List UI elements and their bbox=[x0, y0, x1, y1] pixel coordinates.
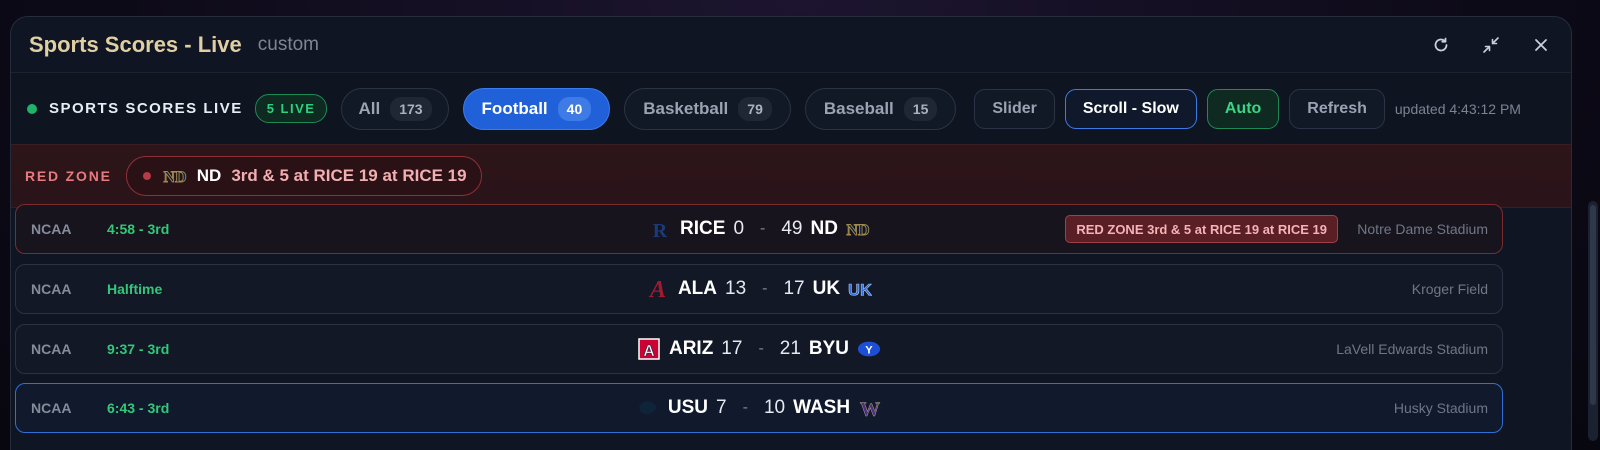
score-separator: - bbox=[762, 280, 768, 297]
svg-text:A: A bbox=[648, 277, 666, 302]
svg-text:Y: Y bbox=[865, 345, 873, 357]
svg-text:A: A bbox=[643, 343, 655, 360]
tab-count: 173 bbox=[390, 96, 432, 121]
tab-count: 15 bbox=[903, 96, 938, 121]
red-zone-label: RED ZONE bbox=[25, 168, 112, 184]
svg-text:ND: ND bbox=[163, 169, 186, 186]
tab-all[interactable]: All 173 bbox=[341, 87, 449, 130]
score-separator: - bbox=[758, 340, 764, 357]
game-row[interactable]: NCAA 6:43 - 3rd USU 7 - 10 WASH W Husky … bbox=[15, 383, 1503, 433]
title-bar: Sports Scores - Live custom bbox=[11, 17, 1571, 72]
red-zone-team: ND bbox=[196, 166, 222, 185]
game-row[interactable]: NCAA 9:37 - 3rd A ARIZ 17 - 21 BYU Y LaV… bbox=[15, 324, 1503, 374]
game-row[interactable]: NCAA 4:58 - 3rd R RICE 0 - 49 ND ND RED … bbox=[15, 204, 1503, 254]
away-team: USU bbox=[667, 397, 709, 418]
home-team: ND bbox=[810, 218, 838, 239]
tab-label: Football bbox=[481, 98, 548, 118]
home-score: 17 bbox=[783, 278, 805, 299]
scroll-speed-button[interactable]: Scroll - Slow bbox=[1064, 88, 1197, 129]
away-team: ARIZ bbox=[668, 338, 714, 359]
tab-basketball[interactable]: Basketball 79 bbox=[624, 87, 791, 130]
svg-text:R: R bbox=[653, 220, 668, 241]
updated-timestamp: updated 4:43:12 PM bbox=[1394, 100, 1521, 117]
games-list: NCAA 4:58 - 3rd R RICE 0 - 49 ND ND RED … bbox=[0, 188, 1600, 450]
game-venue: LaVell Edwards Stadium bbox=[1336, 341, 1488, 357]
away-team: ALA bbox=[677, 278, 717, 299]
auto-button[interactable]: Auto bbox=[1206, 88, 1280, 129]
scrollbar-thumb[interactable] bbox=[1590, 205, 1596, 405]
red-zone-dot bbox=[142, 172, 151, 180]
live-count-badge: 5 LIVE bbox=[254, 94, 328, 123]
tab-count: 79 bbox=[738, 96, 772, 121]
kentucky-logo-icon: UK bbox=[848, 277, 872, 301]
rice-logo-icon: R bbox=[648, 217, 672, 241]
away-score: 17 bbox=[721, 338, 743, 359]
home-team: WASH bbox=[793, 397, 851, 418]
live-title: SPORTS SCORES LIVE bbox=[49, 100, 243, 117]
away-score: 13 bbox=[725, 278, 747, 299]
tab-football[interactable]: Football 40 bbox=[462, 87, 611, 130]
tab-label: Basketball bbox=[643, 98, 729, 118]
svg-text:UK: UK bbox=[848, 280, 872, 299]
tab-count: 40 bbox=[557, 96, 592, 121]
window-subtitle: custom bbox=[257, 33, 319, 55]
arizona-logo-icon: A bbox=[637, 337, 661, 361]
score-separator: - bbox=[760, 220, 766, 237]
game-row[interactable]: NCAA Halftime A ALA 13 - 17 UK UK Kroger… bbox=[15, 264, 1503, 314]
notre-dame-logo-icon: ND bbox=[846, 217, 870, 241]
window-controls bbox=[1431, 35, 1551, 55]
slider-button[interactable]: Slider bbox=[974, 88, 1055, 129]
tab-label: All bbox=[358, 98, 381, 118]
game-score: A ALA 13 - 17 UK UK bbox=[16, 265, 1502, 313]
utah-state-logo-icon bbox=[636, 396, 660, 420]
live-indicator-dot bbox=[27, 103, 37, 114]
game-score: A ARIZ 17 - 21 BYU Y bbox=[16, 325, 1502, 373]
notre-dame-logo-icon: ND bbox=[163, 165, 187, 187]
home-score: 10 bbox=[763, 397, 786, 418]
refresh-button[interactable]: Refresh bbox=[1289, 88, 1385, 129]
home-score: 21 bbox=[779, 338, 801, 359]
tab-label: Baseball bbox=[823, 98, 894, 118]
score-separator: - bbox=[742, 399, 748, 416]
red-zone-situation: 3rd & 5 at RICE 19 at RICE 19 bbox=[231, 166, 467, 185]
refresh-icon[interactable] bbox=[1431, 35, 1451, 55]
close-icon[interactable] bbox=[1531, 35, 1551, 55]
home-team: BYU bbox=[808, 338, 850, 359]
game-score: USU 7 - 10 WASH W bbox=[16, 384, 1502, 432]
games-scrollbar[interactable] bbox=[1588, 201, 1598, 441]
game-venue: Kroger Field bbox=[1411, 281, 1488, 297]
away-score: 7 bbox=[716, 397, 727, 418]
svg-text:W: W bbox=[860, 398, 880, 419]
away-score: 0 bbox=[733, 218, 745, 239]
washington-logo-icon: W bbox=[858, 396, 882, 420]
alabama-logo-icon: A bbox=[646, 277, 670, 302]
svg-text:ND: ND bbox=[846, 222, 869, 239]
tab-baseball[interactable]: Baseball 15 bbox=[804, 87, 957, 130]
home-team: UK bbox=[812, 278, 841, 299]
byu-logo-icon: Y bbox=[857, 337, 881, 361]
filter-toolbar: SPORTS SCORES LIVE 5 LIVE All 173 Footba… bbox=[11, 72, 1571, 144]
red-zone-tag: RED ZONE 3rd & 5 at RICE 19 at RICE 19 bbox=[1065, 215, 1338, 243]
game-venue: Husky Stadium bbox=[1393, 400, 1488, 416]
window-title: Sports Scores - Live bbox=[29, 31, 242, 57]
game-venue: Notre Dame Stadium bbox=[1357, 221, 1488, 237]
minimize-icon[interactable] bbox=[1481, 35, 1501, 55]
away-team: RICE bbox=[680, 218, 726, 239]
home-score: 49 bbox=[781, 218, 803, 239]
